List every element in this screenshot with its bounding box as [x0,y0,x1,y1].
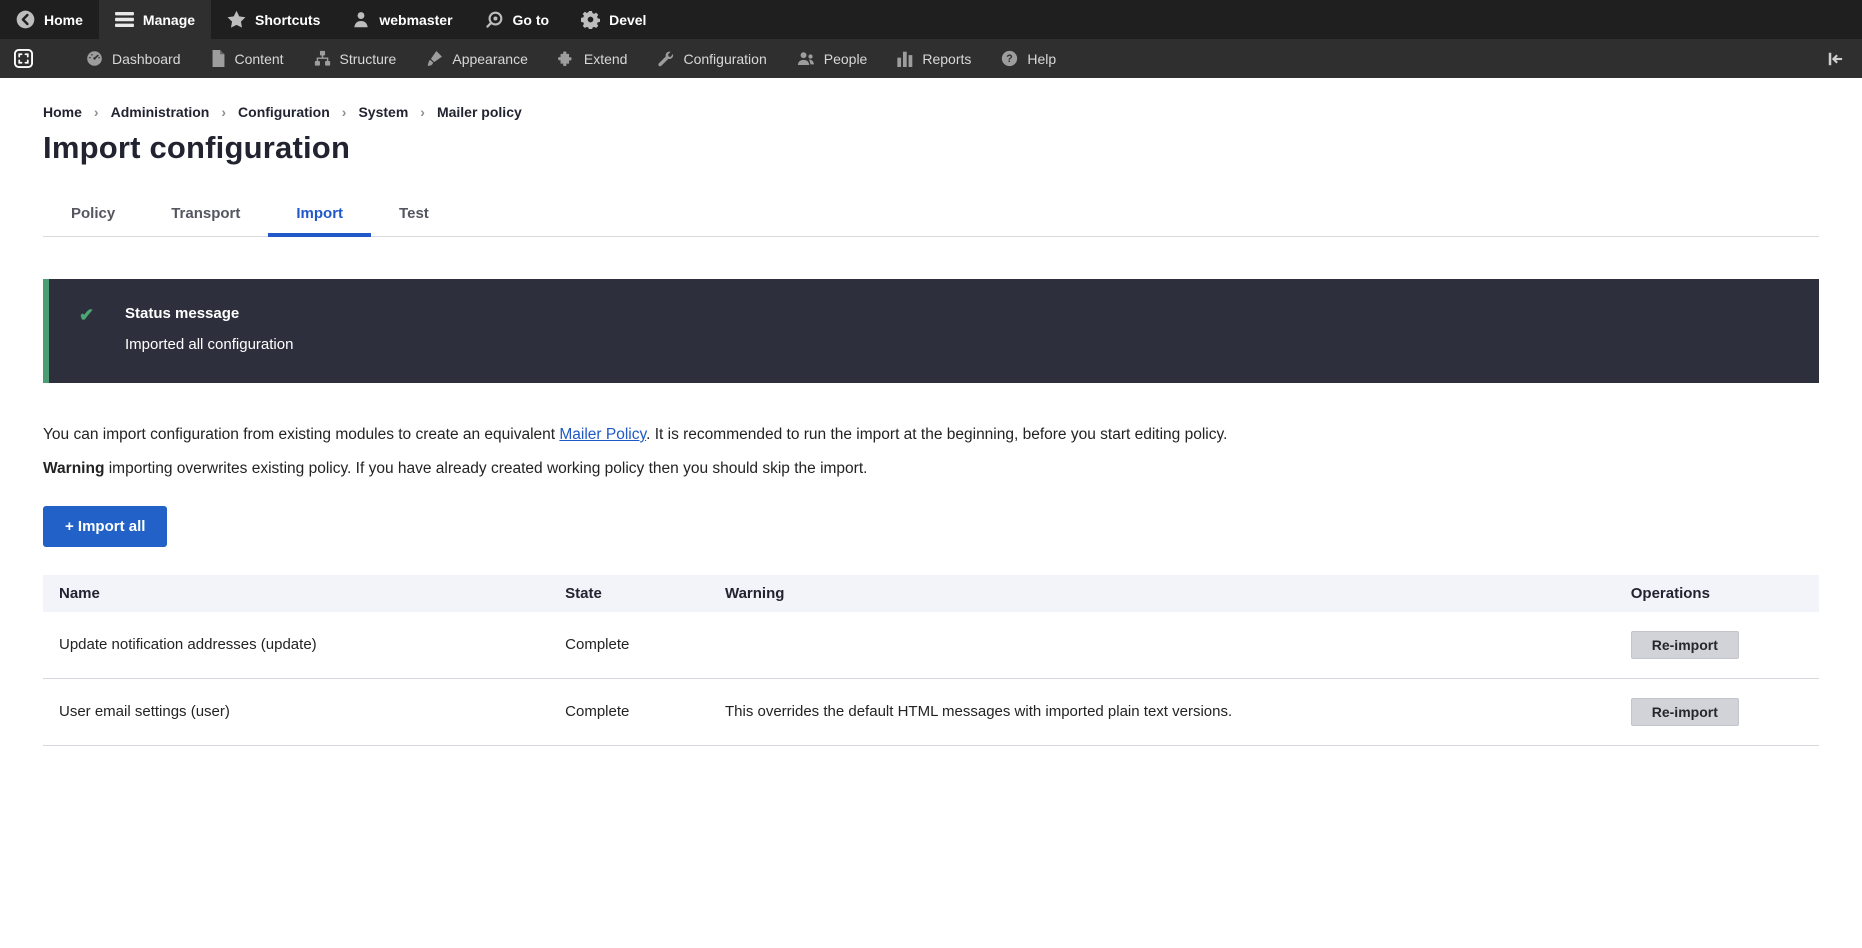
warning-label: Warning [43,460,104,477]
reimport-button[interactable]: Re-import [1631,631,1739,659]
cell-warning: This overrides the default HTML messages… [709,678,1615,745]
column-header-name: Name [43,575,549,612]
toolbar-item-label: Manage [143,12,195,28]
warning-text: importing overwrites existing policy. If… [104,460,867,477]
status-message-content: Status message Imported all configuratio… [125,305,293,353]
import-all-button[interactable]: + Import all [43,506,167,547]
escape-admin-icon[interactable] [0,39,47,78]
toolbar-item-label: webmaster [379,12,452,28]
admin-item-configuration[interactable]: Configuration [642,39,781,78]
admin-item-label: Extend [584,51,628,67]
toolbar-item-shortcuts[interactable]: Shortcuts [211,0,336,39]
column-header-warning: Warning [709,575,1615,612]
admin-item-label: Reports [922,51,971,67]
page-title: Import configuration [43,130,1819,166]
status-message-title: Status message [125,305,293,322]
check-icon: ✔ [79,305,125,353]
breadcrumb-configuration[interactable]: Configuration [209,104,329,120]
tab-policy[interactable]: Policy [43,192,143,237]
cell-state: Complete [549,612,709,679]
svg-text:?: ? [1007,53,1013,65]
tab-test[interactable]: Test [371,192,457,237]
table-row: User email settings (user) Complete This… [43,678,1819,745]
reimport-button[interactable]: Re-import [1631,698,1739,726]
collapse-left-icon[interactable] [1818,39,1852,78]
people-icon [797,50,815,67]
admin-item-people[interactable]: People [782,39,883,78]
intro-paragraph: You can import configuration from existi… [43,423,1819,448]
warning-paragraph: Warning importing overwrites existing po… [43,457,1819,482]
breadcrumb-mailer-policy[interactable]: Mailer policy [408,104,521,120]
admin-item-label: Structure [340,51,397,67]
user-icon [352,10,370,29]
hamburger-icon [115,11,134,28]
status-message: ✔ Status message Imported all configurat… [43,279,1819,383]
admin-item-label: Dashboard [112,51,181,67]
gear-icon [581,10,600,29]
wrench-icon [657,50,674,67]
toolbar-item-devel[interactable]: Devel [565,0,662,39]
cell-name: Update notification addresses (update) [43,612,549,679]
admin-item-label: Help [1027,51,1056,67]
toolbar-item-label: Shortcuts [255,12,320,28]
cell-state: Complete [549,678,709,745]
intro-text: You can import configuration from existi… [43,423,1819,482]
toolbar-item-label: Home [44,12,83,28]
document-icon [211,50,226,67]
admin-item-label: Appearance [452,51,528,67]
admin-toolbar-top: Home Manage Shortcuts webmaster Go to De… [0,0,1862,39]
toolbar-item-label: Devel [609,12,646,28]
gauge-icon [86,50,103,67]
admin-toolbar-tray: Dashboard Content Structure Appearance E… [0,39,1862,78]
mailer-policy-link[interactable]: Mailer Policy [559,426,646,443]
toolbar-item-manage[interactable]: Manage [99,0,211,39]
bar-chart-icon [897,50,913,67]
sitemap-icon [314,50,331,67]
admin-item-content[interactable]: Content [196,39,299,78]
back-to-site-icon [16,10,35,29]
breadcrumb-administration[interactable]: Administration [82,104,209,120]
breadcrumb-system[interactable]: System [330,104,408,120]
admin-item-help[interactable]: ? Help [986,39,1071,78]
tab-import[interactable]: Import [268,192,371,237]
question-icon: ? [1001,50,1018,67]
search-icon [485,10,504,29]
brush-icon [426,50,443,67]
breadcrumb-home[interactable]: Home [43,104,82,120]
column-header-operations: Operations [1615,575,1819,612]
toolbar-item-goto[interactable]: Go to [469,0,566,39]
intro-pre-link: You can import configuration from existi… [43,426,559,443]
toolbar-item-home[interactable]: Home [0,0,99,39]
table-header-row: Name State Warning Operations [43,575,1819,612]
table-row: Update notification addresses (update) C… [43,612,1819,679]
import-table: Name State Warning Operations Update not… [43,575,1819,746]
admin-item-structure[interactable]: Structure [299,39,412,78]
puzzle-icon [558,50,575,67]
admin-item-label: Content [235,51,284,67]
breadcrumb: Home Administration Configuration System… [43,104,1819,120]
admin-item-label: Configuration [683,51,766,67]
admin-item-appearance[interactable]: Appearance [411,39,543,78]
admin-item-extend[interactable]: Extend [543,39,643,78]
cell-name: User email settings (user) [43,678,549,745]
toolbar-item-user[interactable]: webmaster [336,0,468,39]
tab-transport[interactable]: Transport [143,192,268,237]
admin-item-reports[interactable]: Reports [882,39,986,78]
admin-item-dashboard[interactable]: Dashboard [71,39,196,78]
page-content: Home Administration Configuration System… [0,104,1862,746]
status-message-body: Imported all configuration [125,336,293,353]
column-header-state: State [549,575,709,612]
toolbar-item-label: Go to [513,12,550,28]
primary-tabs: Policy Transport Import Test [43,192,1819,237]
intro-post-link: . It is recommended to run the import at… [646,426,1227,443]
cell-warning [709,612,1615,679]
star-icon [227,10,246,29]
admin-item-label: People [824,51,868,67]
